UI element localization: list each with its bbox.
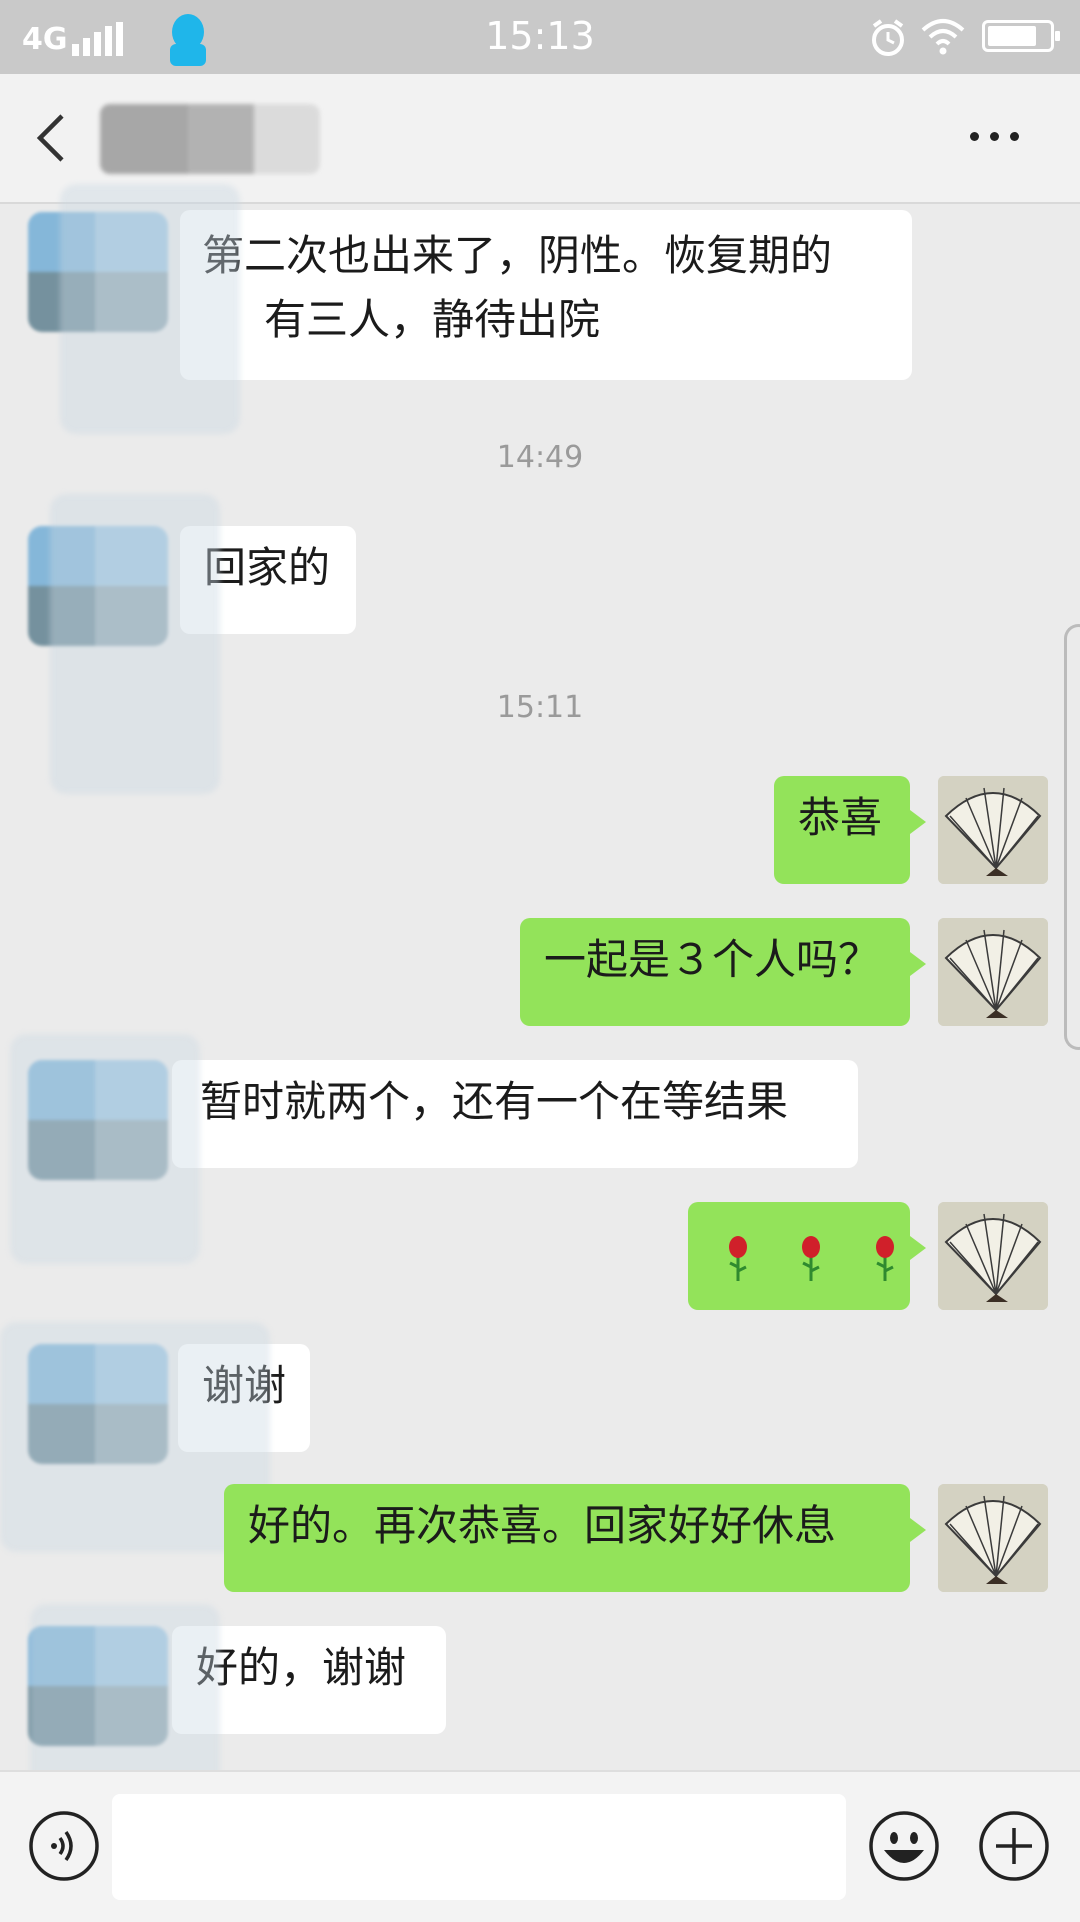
avatar-self[interactable] <box>938 1484 1048 1592</box>
rose-icon <box>802 1235 821 1281</box>
redaction-blur <box>30 1604 220 1794</box>
message-bubble-outgoing[interactable]: 恭喜 <box>774 776 926 884</box>
status-bar: 4G 15:13 <box>0 0 1080 74</box>
message-text: 恭喜 <box>798 793 883 842</box>
timestamp: 15:11 <box>496 690 584 725</box>
redaction-blur <box>60 184 240 434</box>
fan-avatar-icon <box>938 776 1048 884</box>
chevron-left-icon[interactable] <box>32 112 72 164</box>
message-input[interactable] <box>112 1794 846 1900</box>
message-bubble-incoming[interactable]: 第二次也出来了，阴性。恢复期的 有三人，静待出院 <box>180 210 912 380</box>
redaction-blur <box>10 1034 200 1264</box>
message-bubble-outgoing[interactable]: 一起是３个人吗？ <box>520 918 926 1026</box>
scroll-edge-indicator <box>1064 624 1080 1050</box>
message-bubble-outgoing[interactable]: 好的。再次恭喜。回家好好休息 <box>224 1484 926 1592</box>
more-dots-icon[interactable] <box>970 128 1026 148</box>
fan-avatar-icon <box>938 918 1048 1026</box>
avatar-self[interactable] <box>938 918 1048 1026</box>
input-bar <box>0 1770 1080 1922</box>
rose-icon <box>875 1235 894 1281</box>
message-text: 好的。再次恭喜。回家好好休息 <box>248 1501 837 1550</box>
avatar-self[interactable] <box>938 776 1048 884</box>
message-text: 好的，谢谢 <box>196 1643 407 1692</box>
fan-avatar-icon <box>938 1202 1048 1310</box>
rose-icon <box>729 1235 747 1281</box>
message-list[interactable]: 第二次也出来了，阴性。恢复期的 有三人，静待出院 14:49 回家的 15:11… <box>0 184 1080 1794</box>
message-text: 第二次也出来了，阴性。恢复期的 <box>202 231 833 280</box>
timestamp: 14:49 <box>496 440 584 475</box>
fan-avatar-icon <box>938 1484 1048 1592</box>
voice-icon[interactable] <box>28 1810 100 1882</box>
avatar-self[interactable] <box>938 1202 1048 1310</box>
message-bubble-incoming[interactable]: 暂时就两个，还有一个在等结果 <box>172 1060 858 1168</box>
message-text: 有三人，静待出院 <box>264 295 601 344</box>
alarm-icon <box>872 19 904 56</box>
status-time: 15:13 <box>485 14 595 58</box>
wifi-icon <box>921 19 965 55</box>
redaction-blur <box>50 494 220 794</box>
plus-icon[interactable] <box>978 1810 1050 1882</box>
message-text: 一起是３个人吗？ <box>544 935 881 984</box>
message-bubble-outgoing[interactable] <box>688 1202 926 1310</box>
emoji-icon[interactable] <box>868 1810 940 1882</box>
battery-icon <box>982 20 1060 52</box>
message-text: 回家的 <box>204 543 331 592</box>
chat-title-redacted <box>100 104 320 174</box>
message-text: 暂时就两个，还有一个在等结果 <box>200 1077 789 1126</box>
